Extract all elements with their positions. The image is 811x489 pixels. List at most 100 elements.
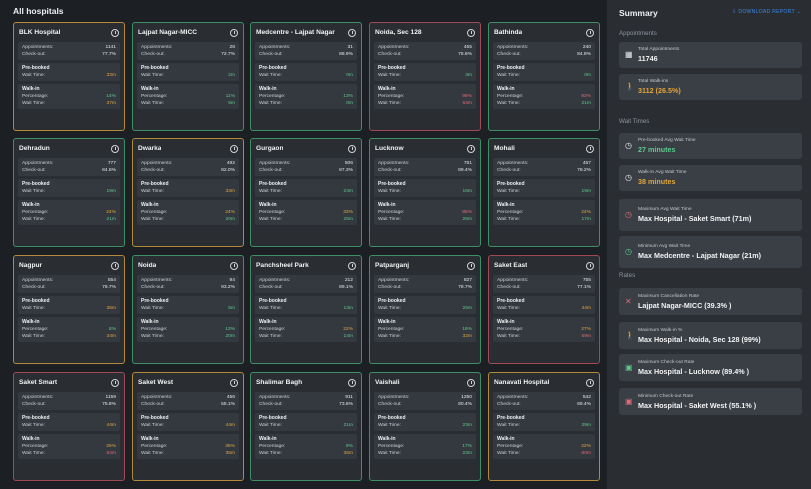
hospital-name: Shalimar Bagh bbox=[256, 379, 303, 386]
card-header: Panchsheel Park bbox=[251, 256, 361, 275]
percentage-label: Percentage: bbox=[378, 210, 405, 215]
appointments-label: Appointments: bbox=[497, 45, 529, 50]
history-icon[interactable] bbox=[111, 28, 119, 37]
hospital-name: Mohali bbox=[494, 145, 515, 152]
checkout-value: 89.1% bbox=[339, 285, 353, 290]
walkin-wait-value: 25m bbox=[343, 217, 353, 222]
hospital-card[interactable]: Bathinda Appointments: 240 Check-out: 84.8… bbox=[488, 22, 600, 131]
prebooked-box: Pre-booked Wait Time: 16m bbox=[374, 179, 476, 197]
wait-time-label: Wait Time: bbox=[259, 217, 282, 222]
download-report-button[interactable]: ⇩ DOWNLOAD REPORT ⌄ bbox=[732, 9, 801, 15]
section-wait-times: Wait Times bbox=[619, 118, 650, 125]
wait-time-label: Wait Time: bbox=[378, 101, 401, 106]
history-icon[interactable] bbox=[467, 378, 475, 387]
hospital-card[interactable]: Patparganj Appointments: 827 Check-out: 78… bbox=[369, 255, 481, 364]
history-icon[interactable] bbox=[586, 261, 594, 270]
hospital-card[interactable]: Dwarka Appointments: 492 Check-out: 82.0% … bbox=[132, 138, 244, 247]
walkin-percentage-value: 8% bbox=[108, 327, 116, 332]
prebooked-wait-value: 21m bbox=[343, 423, 353, 428]
clock-icon: ◷ bbox=[625, 141, 632, 150]
walkin-percentage-value: 25% bbox=[106, 444, 116, 449]
walkin-percentage-value: 24% bbox=[225, 210, 235, 215]
hospital-card[interactable]: Noida, Sec 128 Appointments: 455 Check-ou… bbox=[369, 22, 481, 131]
hospital-card[interactable]: Panchsheel Park Appointments: 212 Check-o… bbox=[250, 255, 362, 364]
walkin-percentage-value: 24% bbox=[581, 210, 591, 215]
checkout-label: Check-out: bbox=[497, 52, 521, 57]
checkout-label: Check-out: bbox=[378, 168, 402, 173]
wait-time-label: Wait Time: bbox=[259, 101, 282, 106]
summary-card-value: Max Hospital - Noida, Sec 128 (99%) bbox=[638, 335, 761, 344]
hospital-card[interactable]: Nanavati Hospital Appointments: 542 Check… bbox=[488, 372, 600, 481]
history-icon[interactable] bbox=[348, 144, 356, 153]
history-icon[interactable] bbox=[111, 378, 119, 387]
hospital-card[interactable]: Gurgaon Appointments: 506 Check-out: 87.3%… bbox=[250, 138, 362, 247]
hospital-card[interactable]: Dehradun Appointments: 777 Check-out: 84.6… bbox=[13, 138, 125, 247]
hospital-card[interactable]: Noida Appointments: 94 Check-out: 93.2% Pr… bbox=[132, 255, 244, 364]
prebooked-wait-value: 0m bbox=[584, 73, 591, 78]
hospital-card[interactable]: BLK Hospital Appointments: 1141 Check-out… bbox=[13, 22, 125, 131]
hospital-card[interactable]: Lajpat Nagar-MICC Appointments: 28 Check-… bbox=[132, 22, 244, 131]
walkin-title: Walk-in bbox=[497, 319, 515, 325]
hospital-card[interactable]: Medcentre - Lajpat Nagar Appointments: 31… bbox=[250, 22, 362, 131]
hospital-name: Noida, Sec 128 bbox=[375, 29, 422, 36]
history-icon[interactable] bbox=[348, 28, 356, 37]
walkin-wait-value: 60m bbox=[581, 451, 591, 456]
history-icon[interactable] bbox=[230, 28, 238, 37]
hospital-card[interactable]: Saket West Appointments: 456 Check-out: 55… bbox=[132, 372, 244, 481]
appointments-box: Appointments: 28 Check-out: 72.7% bbox=[137, 42, 239, 60]
appointments-value: 31 bbox=[347, 45, 353, 50]
history-icon[interactable] bbox=[348, 261, 356, 270]
history-icon[interactable] bbox=[467, 144, 475, 153]
appointments-value: 456 bbox=[226, 395, 235, 400]
calendar-icon: ▦ bbox=[625, 50, 633, 59]
history-icon[interactable] bbox=[230, 261, 238, 270]
appointments-box: Appointments: 506 Check-out: 87.3% bbox=[255, 158, 357, 176]
summary-card-label: Minimum Avg Wait Time bbox=[638, 244, 691, 249]
appointments-label: Appointments: bbox=[497, 278, 529, 283]
appointments-label: Appointments: bbox=[378, 278, 410, 283]
hospital-name: Noida bbox=[138, 262, 157, 269]
walkin-title: Walk-in bbox=[259, 86, 277, 92]
history-icon[interactable] bbox=[586, 144, 594, 153]
appointments-value: 761 bbox=[463, 161, 472, 166]
hospital-name: Gurgaon bbox=[256, 145, 284, 152]
card-header: Dwarka bbox=[133, 139, 243, 158]
prebooked-box: Pre-booked Wait Time: 33m bbox=[18, 63, 120, 81]
walkin-percentage-value: 35% bbox=[225, 444, 235, 449]
walkin-wait-value: 64m bbox=[106, 451, 116, 456]
history-icon[interactable] bbox=[111, 261, 119, 270]
prebooked-box: Pre-booked Wait Time: 2m bbox=[137, 63, 239, 81]
walking-person-icon: 🚶 bbox=[625, 330, 635, 340]
history-icon[interactable] bbox=[230, 378, 238, 387]
history-icon[interactable] bbox=[467, 261, 475, 270]
hospital-card[interactable]: Nagpur Appointments: 554 Check-out: 76.7% … bbox=[13, 255, 125, 364]
percentage-label: Percentage: bbox=[497, 444, 524, 449]
history-icon[interactable] bbox=[586, 378, 594, 387]
hospital-card[interactable]: Mohali Appointments: 457 Check-out: 78.2% … bbox=[488, 138, 600, 247]
hospital-card[interactable]: Saket Smart Appointments: 1159 Check-out:… bbox=[13, 372, 125, 481]
hospital-card[interactable]: Lucknow Appointments: 761 Check-out: 89.4%… bbox=[369, 138, 481, 247]
hospital-card[interactable]: Saket East Appointments: 755 Check-out: 77… bbox=[488, 255, 600, 364]
history-icon[interactable] bbox=[467, 28, 475, 37]
hospital-name: Saket Smart bbox=[19, 379, 58, 386]
walkin-box: Walk-in Percentage: 27% Wait Time: 59m bbox=[493, 317, 595, 342]
walkin-wait-value: 32m bbox=[462, 334, 472, 339]
card-header: Nanavati Hospital bbox=[489, 373, 599, 392]
walkin-percentage-value: 83% bbox=[581, 94, 591, 99]
history-icon[interactable] bbox=[586, 28, 594, 37]
history-icon[interactable] bbox=[348, 378, 356, 387]
hospital-card[interactable]: Vaishali Appointments: 1250 Check-out: 80.… bbox=[369, 372, 481, 481]
percentage-label: Percentage: bbox=[22, 327, 49, 332]
history-icon[interactable] bbox=[230, 144, 238, 153]
wait-time-label: Wait Time: bbox=[22, 423, 45, 428]
summary-card: 🚶 Maximum Walk-in % Max Hospital - Noida… bbox=[619, 322, 802, 349]
appointments-box: Appointments: 94 Check-out: 93.2% bbox=[137, 275, 239, 293]
prebooked-title: Pre-booked bbox=[141, 65, 169, 71]
prebooked-box: Pre-booked Wait Time: 13m bbox=[255, 296, 357, 314]
history-icon[interactable] bbox=[111, 144, 119, 153]
prebooked-wait-value: 3m bbox=[465, 73, 472, 78]
section-rates: Rates bbox=[619, 272, 636, 279]
hospital-card[interactable]: Shalimar Bagh Appointments: 911 Check-out… bbox=[250, 372, 362, 481]
walkin-title: Walk-in bbox=[259, 436, 277, 442]
checkout-up-icon: ▣ bbox=[625, 362, 633, 372]
